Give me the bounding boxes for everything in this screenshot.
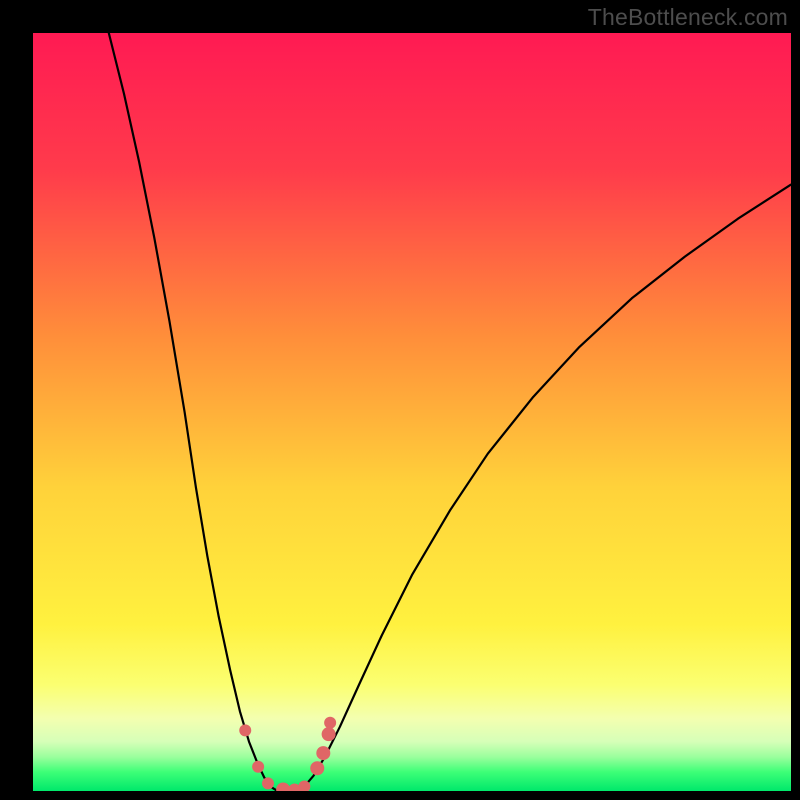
watermark-text: TheBottleneck.com <box>588 4 788 31</box>
outer-frame: TheBottleneck.com <box>0 0 800 800</box>
data-marker <box>252 761 264 773</box>
data-marker <box>324 717 336 729</box>
bottleneck-chart <box>33 33 791 791</box>
data-marker <box>262 777 274 789</box>
gradient-background <box>33 33 791 791</box>
data-marker <box>239 724 251 736</box>
data-marker <box>322 727 336 741</box>
data-marker <box>310 761 324 775</box>
plot-area <box>33 33 791 791</box>
data-marker <box>316 746 330 760</box>
